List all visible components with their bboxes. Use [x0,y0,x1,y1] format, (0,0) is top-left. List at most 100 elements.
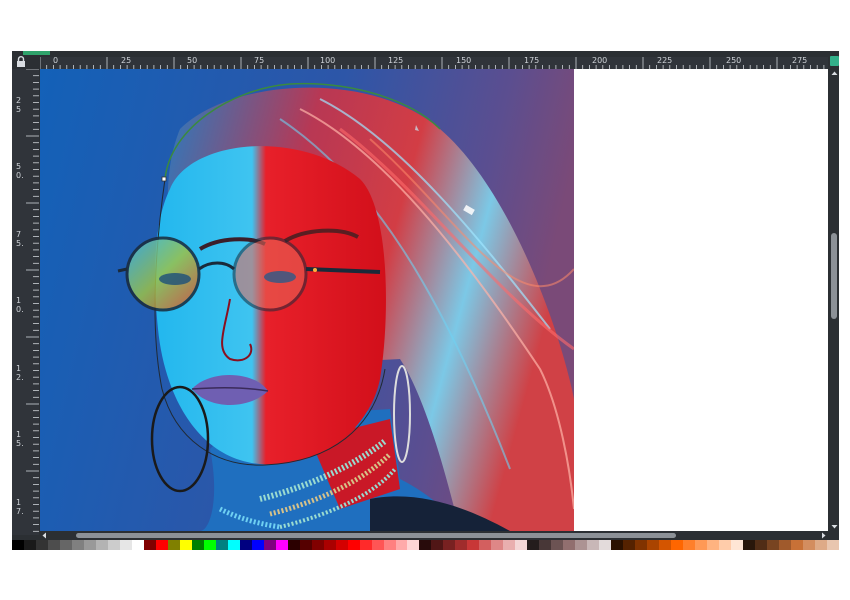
palette-swatch[interactable] [83,540,96,550]
palette-swatch[interactable] [575,540,588,550]
palette-swatch[interactable] [35,540,48,550]
palette-swatch[interactable] [671,540,684,550]
palette-swatch[interactable] [131,540,144,550]
palette-swatch[interactable] [611,540,624,550]
palette-swatch[interactable] [107,540,120,550]
palette-swatch[interactable] [659,540,672,550]
palette-swatch[interactable] [647,540,660,550]
palette-swatch[interactable] [779,540,791,550]
palette-swatch[interactable] [479,540,492,550]
palette-swatch[interactable] [299,540,312,550]
color-palette[interactable] [12,540,839,550]
palette-swatch[interactable] [455,540,468,550]
palette-swatch[interactable] [623,540,636,550]
palette-swatch[interactable] [635,540,648,550]
palette-swatch[interactable] [251,540,264,550]
palette-swatch[interactable] [814,540,827,550]
palette-swatch[interactable] [383,540,396,550]
palette-swatch[interactable] [311,540,324,550]
palette-swatch[interactable] [503,540,516,550]
palette-swatch[interactable] [239,540,252,550]
vruler-label: 2. [16,373,24,382]
vruler-label: 0. [16,305,24,314]
palette-swatch[interactable] [143,540,156,550]
snap-icon[interactable] [830,56,839,66]
palette-swatch[interactable] [587,540,600,550]
palette-swatch[interactable] [23,540,36,550]
palette-swatch[interactable] [515,540,528,550]
palette-swatch[interactable] [790,540,803,550]
vruler-label: 5 [16,105,22,114]
palette-swatch[interactable] [71,540,84,550]
palette-swatch[interactable] [719,540,732,550]
arrow-right-icon[interactable] [819,531,828,540]
hruler-label: 100 [320,56,336,65]
palette-swatch[interactable] [275,540,288,550]
palette-swatch[interactable] [731,540,744,550]
palette-swatch[interactable] [695,540,708,550]
palette-swatch[interactable] [431,540,444,550]
palette-swatch[interactable] [743,540,756,550]
palette-swatch[interactable] [539,540,552,550]
palette-swatch[interactable] [491,540,504,550]
palette-swatch[interactable] [323,540,336,550]
hruler-label: 50 [187,56,198,65]
palette-swatch[interactable] [119,540,132,550]
vruler-label: 7. [16,507,24,516]
palette-swatch[interactable] [227,540,240,550]
palette-swatch[interactable] [563,540,576,550]
palette-swatch[interactable] [347,540,360,550]
palette-swatch[interactable] [527,540,540,550]
palette-swatch[interactable] [203,540,216,550]
palette-swatch[interactable] [467,540,480,550]
arrow-down-icon[interactable] [830,522,839,531]
hruler-label: 200 [592,56,608,65]
palette-swatch[interactable] [683,540,696,550]
palette-swatch[interactable] [359,540,372,550]
arrow-left-icon[interactable] [40,531,49,540]
palette-swatch[interactable] [826,540,839,550]
palette-swatch[interactable] [802,540,815,550]
vruler-label: 1 [16,430,22,439]
palette-swatch[interactable] [95,540,108,550]
palette-swatch[interactable] [599,540,612,550]
palette-swatch[interactable] [551,540,564,550]
palette-swatch[interactable] [407,540,420,550]
lock-icon[interactable] [16,56,26,67]
palette-swatch[interactable] [335,540,348,550]
palette-swatch[interactable] [767,540,779,550]
arrow-up-icon[interactable] [830,69,839,78]
palette-swatch[interactable] [191,540,204,550]
palette-swatch[interactable] [59,540,72,550]
palette-swatch[interactable] [179,540,192,550]
palette-swatch[interactable] [755,540,768,550]
palette-swatch[interactable] [443,540,456,550]
palette-swatch[interactable] [395,540,408,550]
palette-swatch[interactable] [12,540,24,550]
palette-swatch[interactable] [215,540,228,550]
vertical-scrollbar[interactable] [830,69,839,531]
vruler-label: 1 [16,296,22,305]
horizontal-scroll-thumb[interactable] [76,533,676,538]
palette-swatch[interactable] [287,540,300,550]
palette-swatch[interactable] [47,540,60,550]
drawing-canvas[interactable] [40,69,828,531]
horizontal-scrollbar[interactable] [40,531,828,540]
horizontal-ruler-ticks [40,57,825,69]
hruler-label: 125 [388,56,404,65]
palette-swatch[interactable] [263,540,276,550]
portrait-image[interactable] [40,69,574,531]
hruler-label: 250 [726,56,742,65]
palette-swatch[interactable] [371,540,384,550]
vertical-scroll-thumb[interactable] [831,233,837,319]
vruler-label: 5. [16,239,24,248]
vertical-ruler[interactable]: 2 5 5 0. 7 5. 1 0. 1 2. 1 5. 1 7. [12,69,39,535]
palette-swatch[interactable] [155,540,168,550]
hruler-label: 175 [524,56,540,65]
palette-swatch[interactable] [167,540,180,550]
hruler-label: 225 [657,56,673,65]
vruler-label: 0. [16,171,24,180]
palette-swatch[interactable] [419,540,432,550]
palette-swatch[interactable] [707,540,720,550]
vruler-label: 1 [16,364,22,373]
